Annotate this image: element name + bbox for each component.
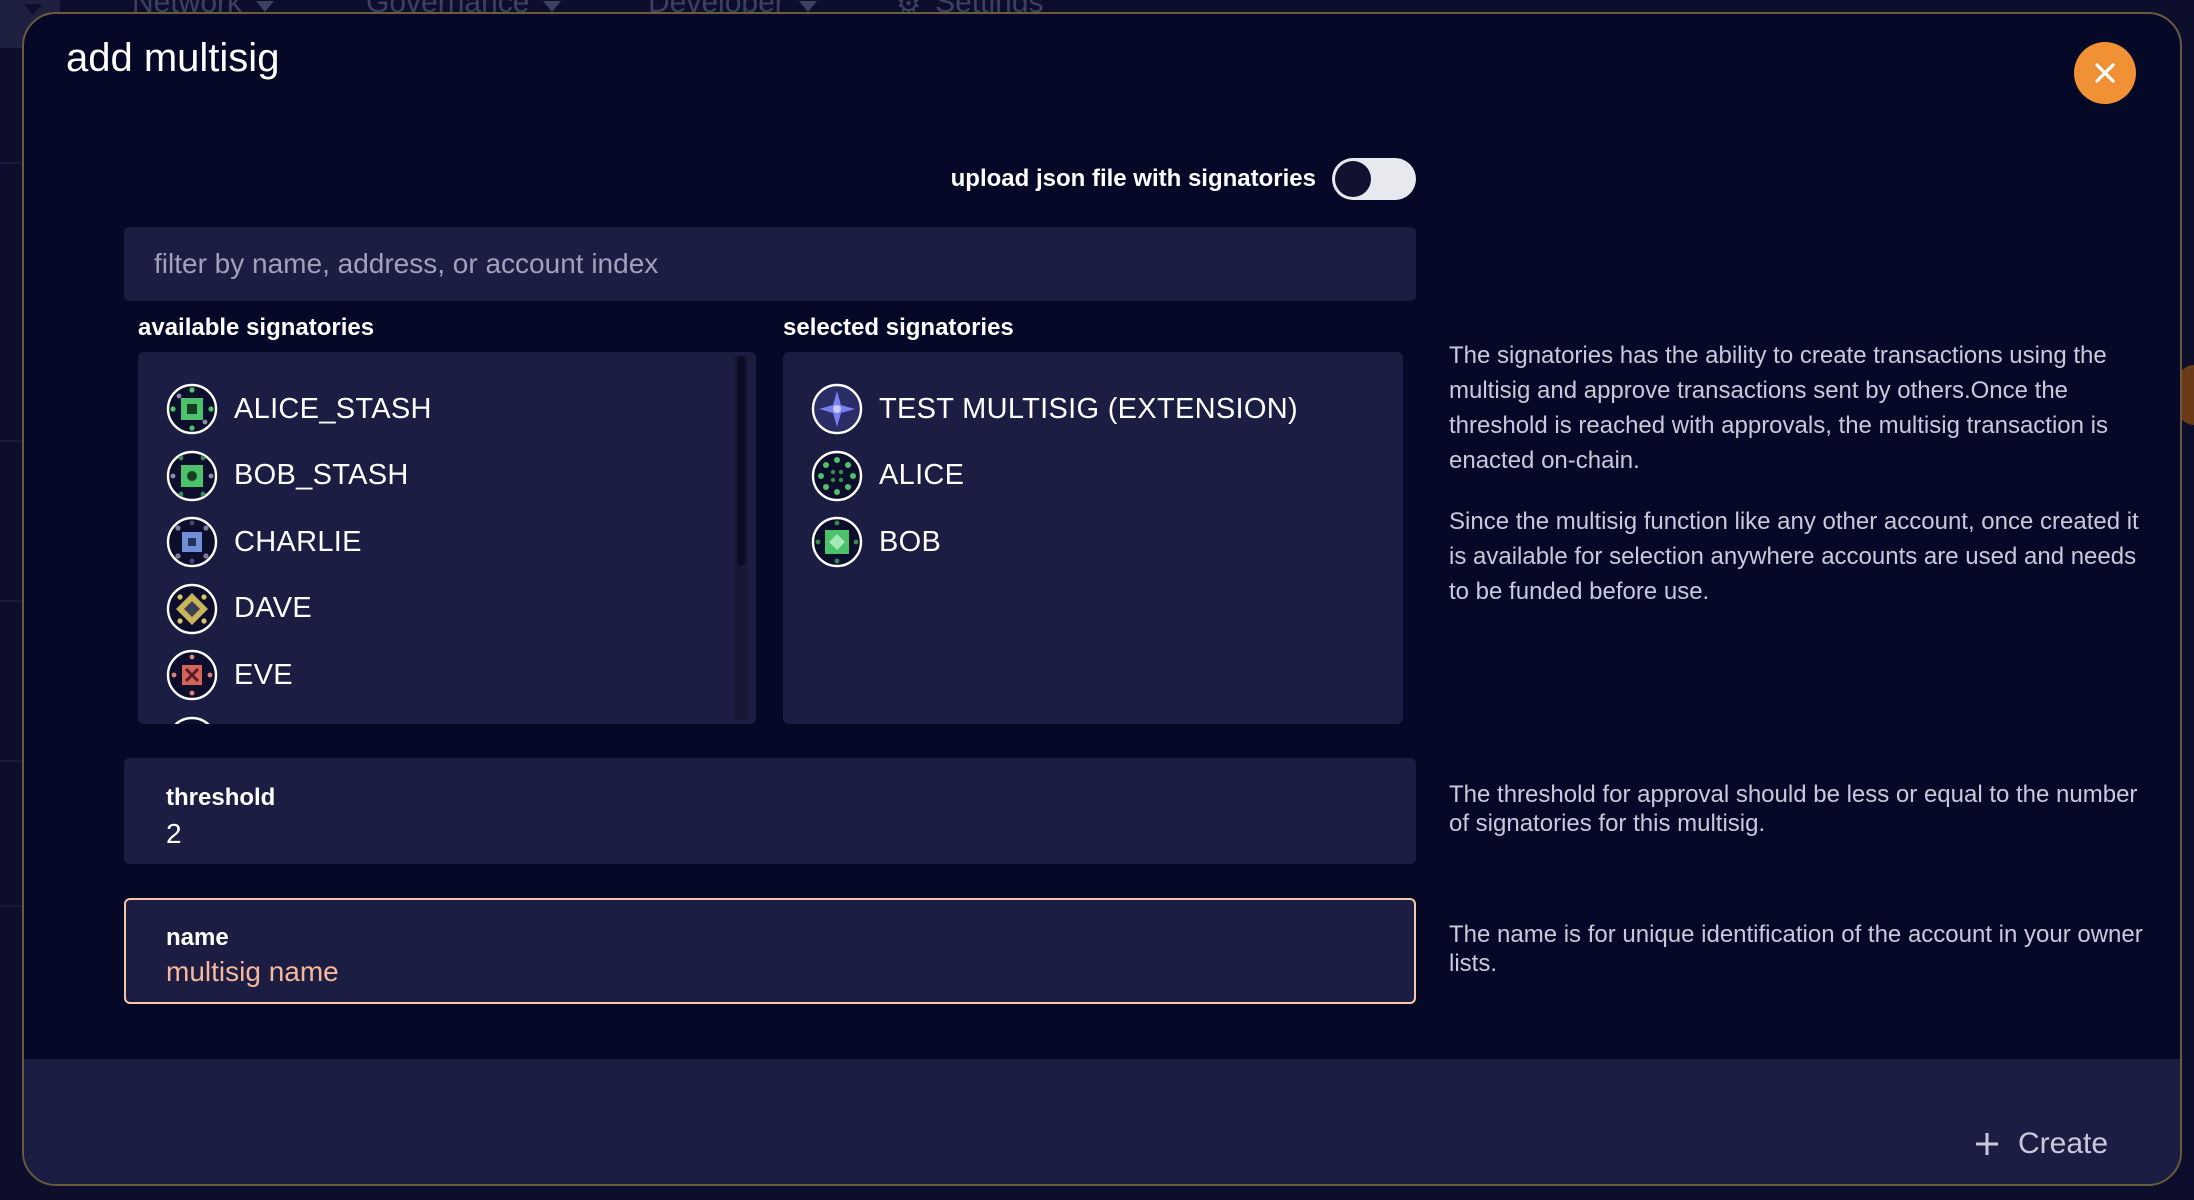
upload-json-row: upload json file with signatories: [24, 154, 1416, 204]
signatory-name: CHARLIE: [234, 525, 362, 558]
threshold-label: threshold: [166, 784, 276, 811]
threshold-field[interactable]: threshold 2: [124, 758, 1416, 864]
threshold-value[interactable]: 2: [166, 818, 182, 850]
signatories-help-text-2: Since the multisig function like any oth…: [1449, 508, 2139, 605]
scroll-thumb[interactable]: [737, 356, 745, 566]
identicon-icon: [811, 384, 863, 435]
identicon-icon: [174, 716, 210, 724]
identicon-icon: [166, 450, 218, 501]
toggle-knob: [1335, 161, 1371, 197]
available-signatory-eve[interactable]: EVE: [166, 642, 756, 709]
signatory-name: ALICE_STASH: [234, 392, 432, 425]
modal-footer: Create: [24, 1059, 2180, 1184]
identicon-icon: [811, 450, 863, 501]
signatory-name: DAVE: [234, 592, 313, 625]
multisig-name-input[interactable]: [166, 952, 1346, 992]
available-signatory-alice-stash[interactable]: ALICE_STASH: [166, 376, 756, 443]
add-multisig-modal: add multisig upload json file with signa…: [22, 12, 2182, 1186]
identicon-icon: [166, 650, 218, 701]
name-field[interactable]: name: [124, 898, 1416, 1004]
close-button[interactable]: [2074, 42, 2136, 104]
selected-signatories-list[interactable]: TEST MULTISIG (EXTENSION) ALICE BOB: [783, 352, 1403, 724]
available-signatory-bob-stash[interactable]: BOB_STASH: [166, 443, 756, 510]
identicon-icon: [166, 583, 218, 634]
create-button[interactable]: Create: [1974, 1119, 2108, 1169]
signatory-filter-input[interactable]: [124, 227, 1416, 301]
identicon-icon: [166, 517, 218, 568]
close-icon: [2095, 63, 2115, 83]
signatory-name: TEST MULTISIG (EXTENSION): [879, 392, 1298, 425]
threshold-help-text: The threshold for approval should be les…: [1449, 781, 2138, 837]
signatories-help-text-1: The signatories has the ability to creat…: [1449, 342, 2108, 474]
available-signatories-label: available signatories: [138, 314, 375, 341]
upload-json-label: upload json file with signatories: [950, 165, 1316, 192]
available-signatories-list[interactable]: ALICE_STASH BOB_STASH CHARLIE DAVE EVE: [138, 352, 756, 724]
available-signatory-dave[interactable]: DAVE: [166, 576, 756, 643]
name-help-text: The name is for unique identification of…: [1449, 921, 2143, 977]
identicon-icon: [166, 384, 218, 435]
upload-json-toggle[interactable]: [1332, 158, 1416, 200]
available-signatory-partial[interactable]: [166, 709, 756, 724]
selected-signatories-label: selected signatories: [783, 314, 1014, 341]
signatory-name: BOB_STASH: [234, 459, 409, 492]
signatory-name: BOB: [879, 525, 942, 558]
signatory-name: ALICE: [879, 459, 965, 492]
name-label: name: [166, 924, 229, 951]
plus-icon: [1976, 1133, 1998, 1155]
modal-title: add multisig: [66, 36, 280, 80]
available-signatory-charlie[interactable]: CHARLIE: [166, 509, 756, 576]
selected-signatory-alice[interactable]: ALICE: [811, 443, 1403, 510]
available-list-scrollbar[interactable]: [734, 356, 748, 720]
signatory-name: EVE: [234, 658, 293, 691]
identicon-icon: [811, 517, 863, 568]
create-button-label: Create: [2018, 1127, 2109, 1160]
selected-signatory-bob[interactable]: BOB: [811, 509, 1403, 576]
selected-signatory-test-multisig[interactable]: TEST MULTISIG (EXTENSION): [811, 376, 1403, 443]
